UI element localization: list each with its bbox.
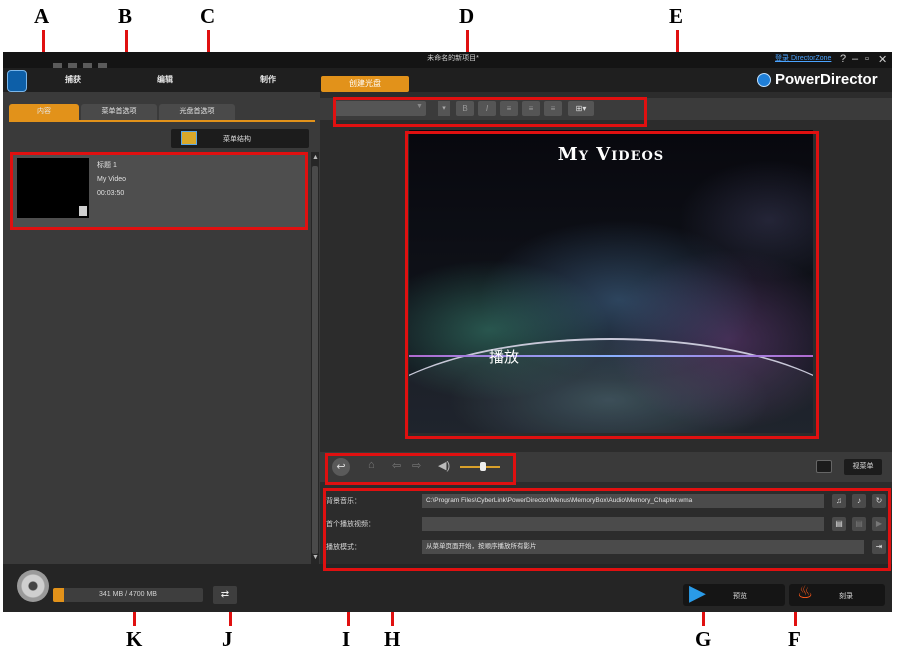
close-button[interactable]: ✕ xyxy=(878,53,887,66)
play-triangle-icon: ▶ xyxy=(689,580,706,605)
burn-button-label: 刻录 xyxy=(839,593,853,600)
help-button[interactable]: ? xyxy=(840,53,846,65)
callout-a: A xyxy=(34,4,50,28)
window-title: 未命名的新项目* xyxy=(427,55,479,62)
tab-menu-preferences[interactable]: 菜单首选项 xyxy=(81,104,157,120)
burn-button[interactable]: ♨ 刻录 xyxy=(789,582,885,606)
highlight-box-d xyxy=(333,97,647,127)
disc-capacity-fill xyxy=(53,588,64,602)
disc-icon xyxy=(17,570,49,602)
main-navigation: 捕获 编辑 制作 创建光盘 PowerDirector xyxy=(3,68,892,92)
minimize-button[interactable]: – xyxy=(852,53,858,65)
callout-f: F xyxy=(788,627,801,651)
callout-c: C xyxy=(200,4,216,28)
callout-e: E xyxy=(669,4,684,28)
highlight-box-k xyxy=(10,152,308,230)
swap-disc-button[interactable]: ⇄ xyxy=(213,586,237,604)
view-menu-button[interactable]: 视菜单 xyxy=(844,459,882,475)
highlight-box-i xyxy=(325,453,516,485)
tab-create-disc[interactable]: 创建光盘 xyxy=(321,76,409,92)
tab-content[interactable]: 内容 xyxy=(9,104,79,120)
app-logo-icon xyxy=(7,70,27,92)
title-list-scrollbar[interactable]: ▲ ▼ xyxy=(311,152,319,564)
preview-button[interactable]: ▶ 预览 xyxy=(683,580,785,606)
callout-d: D xyxy=(459,4,475,28)
callout-k: K xyxy=(126,627,143,651)
scroll-thumb[interactable] xyxy=(312,166,318,554)
tab-edit[interactable]: 编辑 xyxy=(157,74,173,85)
callout-b: B xyxy=(118,4,133,28)
disc-capacity-text: 341 MB / 4700 MB xyxy=(99,591,157,598)
callout-i: I xyxy=(342,627,351,651)
menu-structure-label: 菜单结构 xyxy=(223,136,251,143)
callout-h: H xyxy=(384,627,401,651)
scroll-up-icon[interactable]: ▲ xyxy=(312,154,319,161)
scroll-down-icon[interactable]: ▼ xyxy=(312,554,319,561)
callout-j: J xyxy=(222,627,233,651)
callout-g: G xyxy=(695,627,712,651)
tab-underline xyxy=(9,120,315,122)
tab-capture[interactable]: 捕获 xyxy=(65,74,81,85)
menu-structure-icon xyxy=(181,131,197,145)
tab-disc-preferences[interactable]: 光盘首选项 xyxy=(159,104,235,120)
menu-structure-button[interactable]: 菜单结构 xyxy=(171,129,309,148)
restore-button[interactable]: ▫ xyxy=(865,53,869,65)
powerdirector-logo-icon xyxy=(757,73,771,87)
highlight-box-e xyxy=(405,131,819,439)
flame-icon: ♨ xyxy=(797,582,814,602)
brand-name: PowerDirector xyxy=(775,71,878,88)
bottom-bar: 341 MB / 4700 MB ⇄ ▶ 预览 ♨ 刻录 xyxy=(3,564,892,612)
highlight-box-h xyxy=(323,488,891,571)
disc-capacity-bar: 341 MB / 4700 MB xyxy=(53,588,203,602)
preview-button-label: 预览 xyxy=(733,593,747,600)
directorzone-login-link[interactable]: 登录 DirectorZone xyxy=(775,53,831,63)
tab-produce[interactable]: 制作 xyxy=(260,74,276,85)
title-bar: 未命名的新项目* 登录 DirectorZone ? – ▫ ✕ xyxy=(3,52,892,70)
subtitle-toggle-button[interactable] xyxy=(816,460,832,473)
